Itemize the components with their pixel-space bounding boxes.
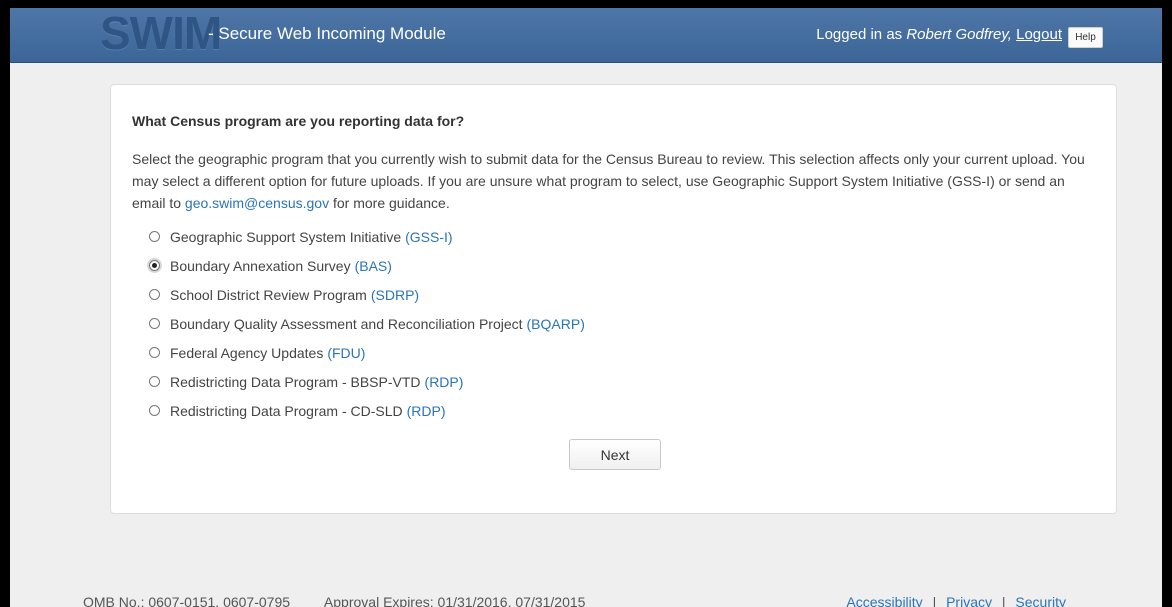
app-header: SWIM - Secure Web Incoming Module Logged…: [10, 8, 1162, 63]
user-name: Robert Godfrey,: [906, 26, 1012, 43]
question-heading: What Census program are you reporting da…: [132, 113, 465, 129]
footer-omb-info: OMB No.: 0607-0151, 0607-0795 Approval E…: [83, 594, 585, 607]
help-button[interactable]: Help: [1068, 27, 1103, 48]
option-abbr: (BQARP): [526, 315, 585, 332]
option-rdp-bbsp-vtd[interactable]: Redistricting Data Program - BBSP-VTD (R…: [149, 367, 585, 396]
radio-button[interactable]: [149, 376, 160, 387]
footer-links: Accessibility | Privacy | Security: [846, 594, 1066, 607]
radio-button-selected[interactable]: [149, 260, 160, 271]
logged-in-label: Logged in as: [816, 26, 903, 43]
option-fdu[interactable]: Federal Agency Updates (FDU): [149, 338, 585, 367]
option-bas[interactable]: Boundary Annexation Survey (BAS): [149, 251, 585, 280]
intro-suffix: for more guidance.: [332, 195, 450, 211]
omb-number: OMB No.: 0607-0151, 0607-0795: [83, 594, 291, 607]
option-sdrp[interactable]: School District Review Program (SDRP): [149, 280, 585, 309]
option-rdp-cd-sld[interactable]: Redistricting Data Program - CD-SLD (RDP…: [149, 396, 585, 425]
option-label: School District Review Program: [170, 286, 367, 303]
option-abbr: (RDP): [424, 373, 464, 390]
footer-separator: |: [1001, 594, 1006, 607]
option-label: Boundary Annexation Survey: [170, 257, 351, 274]
option-label: Redistricting Data Program - BBSP-VTD: [170, 373, 421, 390]
radio-button[interactable]: [149, 231, 160, 242]
user-area: Logged in as Robert Godfrey, Logout: [816, 25, 1062, 45]
logout-link[interactable]: Logout: [1016, 26, 1062, 43]
security-link[interactable]: Security: [1015, 594, 1066, 607]
accessibility-link[interactable]: Accessibility: [846, 594, 922, 607]
option-label: Geographic Support System Initiative: [170, 228, 402, 245]
approval-expires: Approval Expires: 01/31/2016, 07/31/2015: [323, 594, 586, 607]
privacy-link[interactable]: Privacy: [946, 594, 992, 607]
option-label: Boundary Quality Assessment and Reconcil…: [170, 315, 523, 332]
option-abbr: (FDU): [327, 344, 366, 361]
browser-frame: SWIM - Secure Web Incoming Module Logged…: [0, 0, 1172, 607]
option-gss-i[interactable]: Geographic Support System Initiative (GS…: [149, 222, 585, 251]
footer-separator: |: [932, 594, 937, 607]
option-abbr: (SDRP): [370, 286, 420, 303]
option-label: Federal Agency Updates: [170, 344, 324, 361]
program-selection-panel: What Census program are you reporting da…: [110, 84, 1117, 514]
program-options: Geographic Support System Initiative (GS…: [149, 222, 585, 425]
intro-text: Select the geographic program that you c…: [132, 148, 1102, 214]
radio-button[interactable]: [149, 289, 160, 300]
app-title: - Secure Web Incoming Module: [208, 24, 446, 43]
option-abbr: (GSS-I): [405, 228, 453, 245]
option-label: Redistricting Data Program - CD-SLD: [170, 402, 403, 419]
email-link[interactable]: geo.swim@census.gov: [185, 195, 329, 211]
swim-logo: SWIM: [100, 7, 222, 59]
option-abbr: (BAS): [354, 257, 392, 274]
option-abbr: (RDP): [406, 402, 446, 419]
next-button[interactable]: Next: [569, 439, 661, 470]
radio-button[interactable]: [149, 347, 160, 358]
radio-button[interactable]: [149, 405, 160, 416]
option-bqarp[interactable]: Boundary Quality Assessment and Reconcil…: [149, 309, 585, 338]
radio-button[interactable]: [149, 318, 160, 329]
